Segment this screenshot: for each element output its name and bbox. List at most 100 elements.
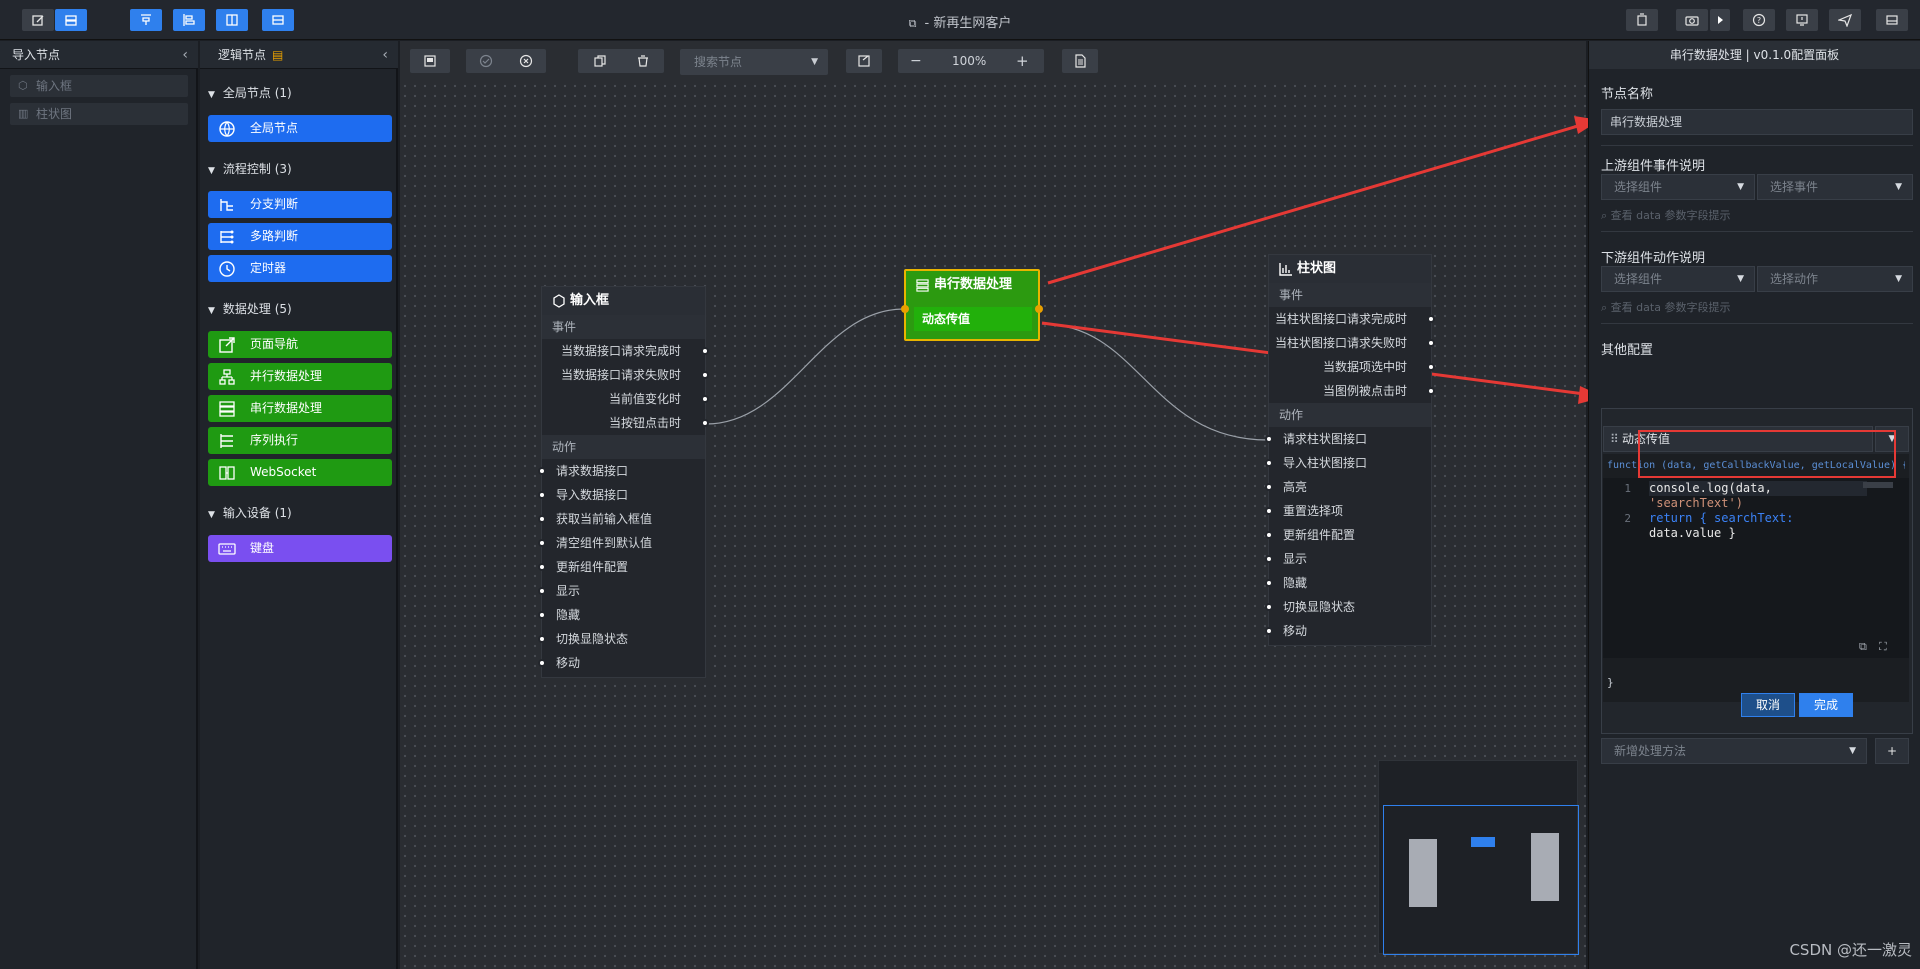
input-port[interactable] bbox=[538, 467, 546, 475]
event-row[interactable]: 当柱状图接口请求完成时 bbox=[1269, 307, 1435, 331]
done-button[interactable]: 完成 bbox=[1799, 693, 1853, 717]
input-port[interactable] bbox=[1265, 627, 1273, 635]
action-row[interactable]: 切换显隐状态 bbox=[1265, 595, 1431, 619]
action-row[interactable]: 请求数据接口 bbox=[538, 459, 705, 483]
events-section: 事件 bbox=[542, 315, 705, 339]
minimap[interactable] bbox=[1378, 760, 1579, 955]
upstream-label: 上游组件事件说明 bbox=[1601, 159, 1706, 174]
copy-icon[interactable]: ⧉ bbox=[1859, 640, 1867, 654]
upstream-hint-link[interactable]: ⌕ 查看 data 参数字段提示 bbox=[1601, 207, 1730, 223]
input-port[interactable] bbox=[538, 611, 546, 619]
input-port[interactable] bbox=[538, 587, 546, 595]
event-row[interactable]: 当图例被点击时 bbox=[1269, 379, 1435, 403]
fullscreen-icon[interactable]: ⛶ bbox=[1879, 640, 1887, 654]
chevron-down-icon: ▼ bbox=[1895, 274, 1902, 284]
action-row[interactable]: 隐藏 bbox=[1265, 571, 1431, 595]
node-input-box[interactable]: 输入框 事件 当数据接口请求完成时 当数据接口请求失败时 当前值变化时 当按钮点… bbox=[538, 286, 709, 678]
divider bbox=[1601, 145, 1913, 146]
input-port[interactable] bbox=[538, 539, 546, 547]
line-number: 2 bbox=[1624, 512, 1631, 525]
node-serial-processing[interactable]: 串行数据处理 动态传值 bbox=[901, 269, 1043, 341]
search-icon: ⌕ bbox=[1601, 301, 1611, 314]
input-port[interactable] bbox=[1265, 435, 1273, 443]
actions-section: 动作 bbox=[542, 435, 705, 459]
output-port[interactable] bbox=[1427, 363, 1435, 371]
connection-serial-to-bar bbox=[1041, 323, 1269, 441]
action-row[interactable]: 获取当前输入框值 bbox=[538, 507, 705, 531]
downstream-action-select[interactable]: 选择动作 ▼ bbox=[1757, 266, 1913, 292]
input-port[interactable] bbox=[1265, 459, 1273, 467]
upstream-event-select[interactable]: 选择事件 ▼ bbox=[1757, 174, 1913, 200]
output-port[interactable] bbox=[701, 395, 709, 403]
action-row[interactable]: 导入数据接口 bbox=[538, 483, 705, 507]
input-port[interactable] bbox=[538, 635, 546, 643]
downstream-hint-link[interactable]: ⌕ 查看 data 参数字段提示 bbox=[1601, 299, 1730, 315]
node-method-item[interactable]: 动态传值 bbox=[914, 307, 1032, 331]
event-row[interactable]: 当按钮点击时 bbox=[542, 411, 709, 435]
action-row[interactable]: 更新组件配置 bbox=[1265, 523, 1431, 547]
actions-section: 动作 bbox=[1269, 403, 1431, 427]
action-row[interactable]: 导入柱状图接口 bbox=[1265, 451, 1431, 475]
cancel-button[interactable]: 取消 bbox=[1741, 693, 1795, 717]
divider bbox=[1601, 231, 1913, 232]
event-row[interactable]: 当柱状图接口请求失败时 bbox=[1269, 331, 1435, 355]
config-panel: 串行数据处理 | v0.1.0配置面板 节点名称 串行数据处理 上游组件事件说明… bbox=[1588, 41, 1920, 969]
bar-chart-icon bbox=[1279, 263, 1292, 276]
action-row[interactable]: 移动 bbox=[538, 651, 705, 675]
code-line: console.log(data, bbox=[1649, 481, 1867, 496]
node-bar-chart[interactable]: 柱状图 事件 当柱状图接口请求完成时 当柱状图接口请求失败时 当数据项选中时 当… bbox=[1265, 254, 1435, 646]
input-port[interactable] bbox=[901, 305, 909, 313]
output-port[interactable] bbox=[701, 419, 709, 427]
code-area: function (data, getCallbackValue, getLoc… bbox=[1603, 454, 1909, 702]
minimap-node bbox=[1409, 839, 1437, 907]
input-port[interactable] bbox=[1265, 603, 1273, 611]
action-row[interactable]: 更新组件配置 bbox=[538, 555, 705, 579]
chevron-down-icon: ▼ bbox=[1849, 746, 1856, 756]
highlight-box bbox=[1638, 430, 1896, 478]
action-row[interactable]: 重置选择项 bbox=[1265, 499, 1431, 523]
event-row[interactable]: 当数据接口请求失败时 bbox=[542, 363, 709, 387]
event-row[interactable]: 当前值变化时 bbox=[542, 387, 709, 411]
code-minimap bbox=[1863, 482, 1893, 488]
output-port[interactable] bbox=[701, 371, 709, 379]
output-port[interactable] bbox=[1035, 305, 1043, 313]
action-row[interactable]: 高亮 bbox=[1265, 475, 1431, 499]
code-editor[interactable]: 1 console.log(data, 'searchText') 2 retu… bbox=[1603, 478, 1909, 658]
serial-icon bbox=[916, 279, 929, 292]
output-port[interactable] bbox=[701, 347, 709, 355]
line-number: 1 bbox=[1624, 482, 1631, 495]
add-method-button[interactable]: + bbox=[1875, 738, 1909, 764]
output-port[interactable] bbox=[1427, 387, 1435, 395]
add-method-select[interactable]: 新增处理方法 ▼ bbox=[1601, 738, 1867, 764]
action-row[interactable]: 显示 bbox=[538, 579, 705, 603]
drag-handle-icon[interactable]: ⠿ bbox=[1610, 427, 1619, 451]
input-port[interactable] bbox=[538, 563, 546, 571]
minimap-node bbox=[1471, 837, 1495, 847]
upstream-component-select[interactable]: 选择组件 ▼ bbox=[1601, 174, 1755, 200]
action-row[interactable]: 显示 bbox=[1265, 547, 1431, 571]
minimap-node bbox=[1531, 833, 1559, 901]
input-port[interactable] bbox=[1265, 483, 1273, 491]
input-port[interactable] bbox=[1265, 579, 1273, 587]
action-row[interactable]: 移动 bbox=[1265, 619, 1431, 643]
downstream-component-select[interactable]: 选择组件 ▼ bbox=[1601, 266, 1755, 292]
input-port[interactable] bbox=[538, 515, 546, 523]
action-row[interactable]: 隐藏 bbox=[538, 603, 705, 627]
event-row[interactable]: 当数据项选中时 bbox=[1269, 355, 1435, 379]
closing-brace: } bbox=[1607, 676, 1614, 689]
input-port[interactable] bbox=[1265, 555, 1273, 563]
action-row[interactable]: 切换显隐状态 bbox=[538, 627, 705, 651]
input-port[interactable] bbox=[1265, 507, 1273, 515]
code-line: 'searchText') bbox=[1649, 496, 1743, 510]
action-row[interactable]: 请求柱状图接口 bbox=[1265, 427, 1431, 451]
output-port[interactable] bbox=[1427, 339, 1435, 347]
event-row[interactable]: 当数据接口请求完成时 bbox=[542, 339, 709, 363]
code-line: return { searchText: bbox=[1649, 511, 1794, 525]
output-port[interactable] bbox=[1427, 315, 1435, 323]
action-row[interactable]: 清空组件到默认值 bbox=[538, 531, 705, 555]
chevron-down-icon: ▼ bbox=[1737, 274, 1744, 284]
node-name-input[interactable]: 串行数据处理 bbox=[1601, 109, 1913, 135]
input-port[interactable] bbox=[538, 491, 546, 499]
input-port[interactable] bbox=[538, 659, 546, 667]
input-port[interactable] bbox=[1265, 531, 1273, 539]
